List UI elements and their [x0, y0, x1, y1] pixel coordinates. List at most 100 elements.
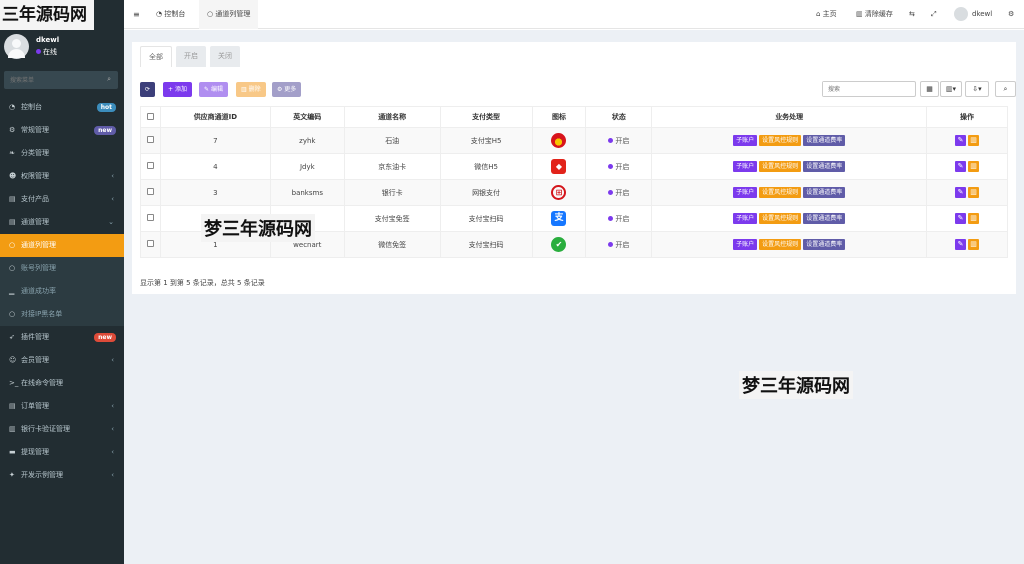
rocket-icon: ➶	[9, 333, 15, 341]
menu-toggle-icon[interactable]: ≡	[133, 0, 140, 29]
sidebar-item[interactable]: ✦ 开发示例管理 ‹	[0, 464, 124, 487]
add-button[interactable]: + 添加	[163, 82, 192, 97]
tab-disabled[interactable]: 关闭	[210, 46, 240, 67]
edit-row-icon[interactable]: ✎	[955, 213, 967, 224]
export-icon[interactable]: ⇩▾	[965, 81, 989, 97]
cell-status[interactable]: 开启	[585, 127, 653, 154]
sidebar-item[interactable]: ▁ 通道成功率	[0, 280, 124, 303]
col-status[interactable]: 状态	[585, 106, 653, 128]
home-link[interactable]: ⌂ 主页	[816, 0, 837, 29]
tab-dashboard[interactable]: ◔ 控制台	[156, 0, 185, 29]
search-icon[interactable]: ⌕	[107, 75, 111, 84]
sidebar-item[interactable]: ➶ 插件管理 new	[0, 326, 124, 349]
sub-account-button[interactable]: 子账户	[733, 213, 758, 224]
edit-button[interactable]: ✎ 编辑	[199, 82, 228, 97]
sub-account-button[interactable]: 子账户	[733, 135, 758, 146]
row-checkbox[interactable]	[146, 188, 154, 195]
sub-account-button[interactable]: 子账户	[733, 161, 758, 172]
risk-rule-button[interactable]: 设置风控规则	[759, 239, 802, 250]
sidebar-item[interactable]: ⚙ 常规管理 new	[0, 119, 124, 142]
col-name[interactable]: 通道名称	[343, 106, 441, 128]
delete-row-icon[interactable]: ▥	[968, 239, 980, 250]
sidebar-item[interactable]: ☻ 权限管理 ‹	[0, 165, 124, 188]
sidebar-search-input[interactable]	[4, 71, 94, 89]
columns-icon[interactable]: ▥▾	[940, 81, 962, 97]
sidebar-item[interactable]: ▤ 支付产品 ‹	[0, 188, 124, 211]
search-toggle-icon[interactable]: ⌕	[995, 81, 1016, 97]
sidebar-item[interactable]: ☺ 会员管理 ‹	[0, 349, 124, 372]
sub-account-button[interactable]: 子账户	[733, 239, 758, 250]
rate-button[interactable]: 设置通道费率	[803, 161, 846, 172]
delete-row-icon[interactable]: ▥	[968, 161, 980, 172]
user-menu[interactable]: dkewl	[954, 0, 992, 29]
card-view-icon[interactable]: ▦	[920, 81, 939, 97]
row-checkbox[interactable]	[146, 136, 154, 143]
sidebar-item[interactable]: ○ 对接IP黑名单	[0, 303, 124, 326]
cell-status[interactable]: 开启	[585, 231, 653, 258]
delete-row-icon[interactable]: ▥	[968, 187, 980, 198]
circle-icon: ○	[9, 241, 16, 249]
clear-cache-link[interactable]: ▥ 清除缓存	[856, 0, 893, 29]
settings-gear-icon[interactable]: ⚙	[1008, 0, 1014, 29]
cell-actions: ✎ ▥	[926, 231, 1008, 258]
chevron-icon: ‹	[111, 471, 114, 479]
fullscreen-icon[interactable]: ⤢	[931, 0, 937, 29]
sidebar-item[interactable]: ▬ 提现管理 ‹	[0, 441, 124, 464]
col-pay-type[interactable]: 支付类型	[439, 106, 533, 128]
sidebar-item[interactable]: ▥ 银行卡验证管理 ‹	[0, 418, 124, 441]
leaf-icon: ❧	[9, 149, 15, 157]
sub-account-button[interactable]: 子账户	[733, 187, 758, 198]
sidebar-item[interactable]: ○ 账号列管理	[0, 257, 124, 280]
sidebar-search: ⌕	[4, 71, 118, 89]
delete-row-icon[interactable]: ▥	[968, 135, 980, 146]
sidebar-item[interactable]: ▤ 通道管理 ⌄	[0, 211, 124, 234]
risk-rule-button[interactable]: 设置风控规则	[759, 213, 802, 224]
rate-button[interactable]: 设置通道费率	[803, 213, 846, 224]
rate-button[interactable]: 设置通道费率	[803, 239, 846, 250]
edit-row-icon[interactable]: ✎	[955, 239, 967, 250]
edit-row-icon[interactable]: ✎	[955, 161, 967, 172]
table-row[interactable]: 3 banksms 银行卡 网银支付 ⊞ 开启 子账户 设置风控规则 设置通道费率 ✎ ▥	[140, 179, 1008, 206]
table-row[interactable]: 4 Jdyk 京东油卡 微信H5 ◆ 开启 子账户 设置风控规则 设置通道费率 ✎ ▥	[140, 153, 1008, 180]
tab-all[interactable]: 全部	[140, 46, 172, 67]
row-checkbox[interactable]	[146, 240, 154, 247]
rate-button[interactable]: 设置通道费率	[803, 135, 846, 146]
col-id[interactable]: 供应商通道ID	[159, 106, 271, 128]
row-checkbox[interactable]	[146, 162, 154, 169]
table-row[interactable]: 7 zyhk 石油 支付宝H5 开启 子账户 设置风控规则 设置通道费率 ✎ ▥	[140, 127, 1008, 154]
sidebar-menu: ◔ 控制台 hot ⚙ 常规管理 new ❧ 分类管理 ☻ 权限管理 ‹ ▤ 支付产品 ‹ ▤ 通道管理 ⌄ ○ 通…	[0, 96, 124, 487]
row-checkbox[interactable]	[146, 214, 154, 221]
col-code[interactable]: 英文编码	[269, 106, 345, 128]
sidebar-item[interactable]: ❧ 分类管理	[0, 142, 124, 165]
sidebar-item[interactable]: ◔ 控制台 hot	[0, 96, 124, 119]
brand-watermark: 三年源码网	[0, 0, 94, 30]
risk-rule-button[interactable]: 设置风控规则	[759, 161, 802, 172]
translate-icon[interactable]: ⇆	[909, 0, 915, 29]
chart-icon: ▁	[9, 287, 15, 295]
sidebar-item[interactable]: >_ 在线命令管理	[0, 372, 124, 395]
more-button[interactable]: ⚙ 更多	[272, 82, 302, 97]
select-all-checkbox[interactable]	[146, 112, 154, 120]
delete-row-icon[interactable]: ▥	[968, 213, 980, 224]
status-label: 开启	[615, 240, 630, 249]
sidebar-item[interactable]: ▤ 订单管理 ‹	[0, 395, 124, 418]
tab-channel-list[interactable]: ○ 通道列管理	[199, 0, 259, 29]
rate-button[interactable]: 设置通道费率	[803, 187, 846, 198]
risk-rule-button[interactable]: 设置风控规则	[759, 135, 802, 146]
risk-rule-button[interactable]: 设置风控规则	[759, 187, 802, 198]
sidebar-item-label: 分类管理	[21, 149, 49, 157]
alipay-logo-icon: 支	[551, 211, 567, 226]
edit-row-icon[interactable]: ✎	[955, 187, 967, 198]
cell-status[interactable]: 开启	[585, 153, 653, 180]
tab-enabled[interactable]: 开启	[176, 46, 206, 67]
delete-button[interactable]: ▥ 删除	[236, 82, 266, 97]
cell-status[interactable]: 开启	[585, 179, 653, 206]
sidebar-item[interactable]: ○ 通道列管理	[0, 234, 124, 257]
circle-icon: ○	[9, 310, 16, 318]
sinopec-logo-icon: ◆	[551, 159, 567, 174]
cell-status[interactable]: 开启	[585, 205, 653, 232]
refresh-button[interactable]: ⟳	[140, 82, 156, 97]
cell-pay-type: 微信H5	[439, 153, 533, 180]
table-search-input[interactable]	[823, 82, 913, 96]
edit-row-icon[interactable]: ✎	[955, 135, 967, 146]
